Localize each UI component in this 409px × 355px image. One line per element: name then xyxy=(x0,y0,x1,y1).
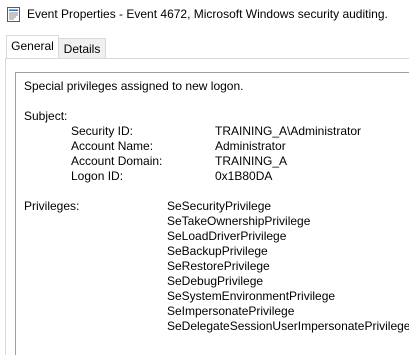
privilege-item: SeDelegateSessionUserImpersonatePrivileg… xyxy=(167,319,409,333)
tab-general[interactable]: General xyxy=(6,35,59,58)
field-value-logon-id: 0x1B80DA xyxy=(215,169,273,183)
field-label-account-domain: Account Domain: xyxy=(71,154,163,168)
privilege-item: SeLoadDriverPrivilege xyxy=(167,229,287,243)
tab-details[interactable]: Details xyxy=(59,38,106,58)
field-label-logon-id: Logon ID: xyxy=(71,169,124,183)
privilege-item: SeRestorePrivilege xyxy=(167,259,270,273)
event-summary: Special privileges assigned to new logon… xyxy=(24,79,244,93)
window-title: Event Properties - Event 4672, Microsoft… xyxy=(27,7,388,21)
privilege-item: SeTakeOwnershipPrivilege xyxy=(167,214,311,228)
field-label-account-name: Account Name: xyxy=(71,139,154,153)
privilege-item: SeSystemEnvironmentPrivilege xyxy=(167,289,336,303)
field-value-security-id: TRAINING_A\Administrator xyxy=(215,124,362,138)
privileges-heading: Privileges: xyxy=(24,199,80,213)
event-properties-icon xyxy=(7,7,20,22)
event-description-box[interactable]: Special privileges assigned to new logon… xyxy=(15,72,409,355)
event-properties-window: Event Properties - Event 4672, Microsoft… xyxy=(0,0,409,355)
field-value-account-name: Administrator xyxy=(215,139,286,153)
privilege-item: SeBackupPrivilege xyxy=(167,244,268,258)
privilege-item: SeSecurityPrivilege xyxy=(167,199,272,213)
field-value-account-domain: TRAINING_A xyxy=(215,154,288,168)
privilege-item: SeDebugPrivilege xyxy=(167,274,264,288)
privileges-list: SeSecurityPrivilege SeTakeOwnershipPrivi… xyxy=(167,199,409,334)
tab-strip: General Details xyxy=(0,35,409,58)
privilege-item: SeImpersonatePrivilege xyxy=(167,304,295,318)
title-bar: Event Properties - Event 4672, Microsoft… xyxy=(0,0,409,30)
field-label-security-id: Security ID: xyxy=(71,124,134,138)
subject-heading: Subject: xyxy=(24,109,68,123)
